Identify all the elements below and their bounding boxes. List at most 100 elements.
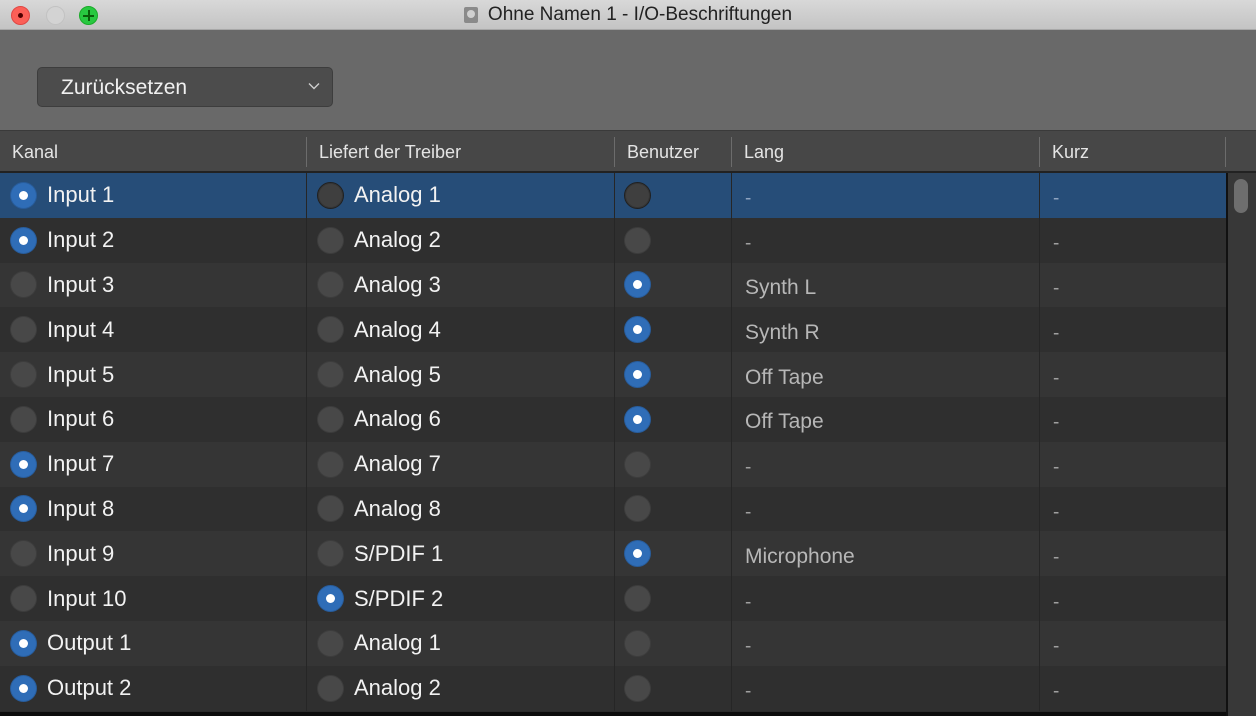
kanal-radio[interactable]: [10, 629, 37, 657]
reset-dropdown[interactable]: Zurücksetzen: [37, 67, 333, 107]
kanal-radio[interactable]: [10, 585, 37, 613]
treiber-radio[interactable]: [317, 450, 344, 478]
lang-cell[interactable]: -: [731, 217, 1039, 263]
treiber-radio[interactable]: [317, 405, 344, 433]
benutzer-radio[interactable]: [624, 495, 651, 523]
table-row[interactable]: Input 3 Analog 3 Synth L -: [0, 262, 1226, 308]
treiber-radio[interactable]: [317, 361, 344, 389]
table-row[interactable]: Input 8 Analog 8 - -: [0, 486, 1226, 532]
lang-cell[interactable]: -: [731, 620, 1039, 666]
treiber-radio[interactable]: [317, 271, 344, 299]
lang-cell[interactable]: Microphone: [731, 531, 1039, 577]
kurz-cell[interactable]: -: [1039, 352, 1226, 397]
table-row[interactable]: Output 1 Analog 1 - -: [0, 620, 1226, 666]
benutzer-radio[interactable]: [624, 226, 651, 254]
kanal-radio[interactable]: [10, 181, 37, 209]
kurz-cell[interactable]: -: [1039, 665, 1226, 711]
table-row[interactable]: Input 10 S/PDIF 2 - -: [0, 576, 1226, 621]
lang-cell[interactable]: -: [731, 486, 1039, 532]
benutzer-radio[interactable]: [624, 316, 651, 344]
kanal-radio[interactable]: [10, 226, 37, 254]
table-row[interactable]: Input 6 Analog 6 Off Tape -: [0, 396, 1226, 442]
table-bottom-border: [0, 712, 1226, 716]
kurz-cell[interactable]: -: [1039, 262, 1226, 308]
treiber-radio[interactable]: [317, 495, 344, 523]
vertical-scrollbar[interactable]: [1226, 173, 1256, 716]
window-title: Ohne Namen 1 - I/O-Beschriftungen: [487, 4, 793, 25]
kurz-cell[interactable]: -: [1039, 396, 1226, 442]
kurz-cell[interactable]: -: [1039, 486, 1226, 532]
benutzer-radio[interactable]: [624, 629, 651, 657]
kanal-radio[interactable]: [10, 540, 37, 568]
lang-cell[interactable]: -: [731, 441, 1039, 487]
kurz-label: -: [1053, 367, 1060, 389]
benutzer-radio[interactable]: [624, 181, 651, 209]
kurz-cell[interactable]: -: [1039, 531, 1226, 577]
kurz-cell[interactable]: -: [1039, 620, 1226, 666]
lang-cell[interactable]: -: [731, 173, 1039, 218]
lang-cell[interactable]: Off Tape: [731, 396, 1039, 442]
treiber-radio[interactable]: [317, 629, 344, 657]
treiber-name: Analog 1: [354, 182, 441, 208]
column-header-benutzer[interactable]: Benutzer: [615, 131, 731, 171]
table-row[interactable]: Input 4 Analog 4 Synth R -: [0, 307, 1226, 353]
toolbar: Zurücksetzen: [0, 30, 1256, 131]
kurz-cell[interactable]: -: [1039, 441, 1226, 487]
treiber-name: Analog 3: [354, 271, 441, 297]
benutzer-radio[interactable]: [624, 450, 651, 478]
lang-cell[interactable]: -: [731, 576, 1039, 621]
lang-cell[interactable]: Off Tape: [731, 352, 1039, 397]
treiber-radio[interactable]: [317, 316, 344, 344]
treiber-name: Analog 1: [354, 630, 441, 656]
treiber-name: Analog 2: [354, 227, 441, 253]
kanal-radio[interactable]: [10, 361, 37, 389]
kurz-label: -: [1053, 591, 1060, 613]
column-header-treiber[interactable]: Liefert der Treiber: [307, 131, 614, 171]
kurz-cell[interactable]: -: [1039, 217, 1226, 263]
lang-cell[interactable]: -: [731, 665, 1039, 711]
column-header-lang[interactable]: Lang: [732, 131, 1039, 171]
table-row[interactable]: Input 2 Analog 2 - -: [0, 217, 1226, 263]
table-row[interactable]: Output 2 Analog 2 - -: [0, 665, 1226, 711]
kanal-radio[interactable]: [10, 495, 37, 523]
lang-label: -: [745, 681, 752, 703]
benutzer-radio[interactable]: [624, 405, 651, 433]
table-row[interactable]: Input 7 Analog 7 - -: [0, 441, 1226, 487]
lang-cell[interactable]: Synth R: [731, 307, 1039, 353]
table-row[interactable]: Input 5 Analog 5 Off Tape -: [0, 352, 1226, 397]
table-row[interactable]: Input 9 S/PDIF 1 Microphone -: [0, 531, 1226, 577]
benutzer-cell: [614, 620, 731, 666]
kanal-name: Input 1: [47, 182, 115, 208]
benutzer-radio[interactable]: [624, 271, 651, 299]
treiber-cell: S/PDIF 1: [306, 531, 614, 577]
kanal-radio[interactable]: [10, 405, 37, 433]
kanal-cell: Input 10: [0, 576, 306, 621]
treiber-radio[interactable]: [317, 540, 344, 568]
kanal-radio[interactable]: [10, 316, 37, 344]
kanal-name: Input 8: [47, 495, 115, 521]
kanal-radio[interactable]: [10, 271, 37, 299]
column-header-kurz[interactable]: Kurz: [1040, 131, 1225, 171]
benutzer-radio[interactable]: [624, 674, 651, 702]
lang-label: -: [745, 501, 752, 523]
kurz-cell[interactable]: -: [1039, 173, 1226, 218]
kurz-cell[interactable]: -: [1039, 307, 1226, 353]
kanal-name: Input 9: [47, 540, 115, 566]
benutzer-radio[interactable]: [624, 361, 651, 389]
column-header-kanal[interactable]: Kanal: [0, 131, 306, 171]
treiber-radio[interactable]: [317, 674, 344, 702]
treiber-radio[interactable]: [317, 226, 344, 254]
lang-cell[interactable]: Synth L: [731, 262, 1039, 308]
kanal-radio[interactable]: [10, 450, 37, 478]
treiber-name: Analog 7: [354, 451, 441, 477]
benutzer-radio[interactable]: [624, 585, 651, 613]
treiber-radio[interactable]: [317, 181, 344, 209]
kurz-cell[interactable]: -: [1039, 576, 1226, 621]
benutzer-cell: [614, 576, 731, 621]
benutzer-radio[interactable]: [624, 540, 651, 568]
column-divider[interactable]: [1225, 137, 1226, 167]
table-row[interactable]: Input 1 Analog 1 - -: [0, 173, 1226, 218]
treiber-radio[interactable]: [317, 585, 344, 613]
kanal-radio[interactable]: [10, 674, 37, 702]
scrollbar-thumb[interactable]: [1234, 179, 1248, 213]
